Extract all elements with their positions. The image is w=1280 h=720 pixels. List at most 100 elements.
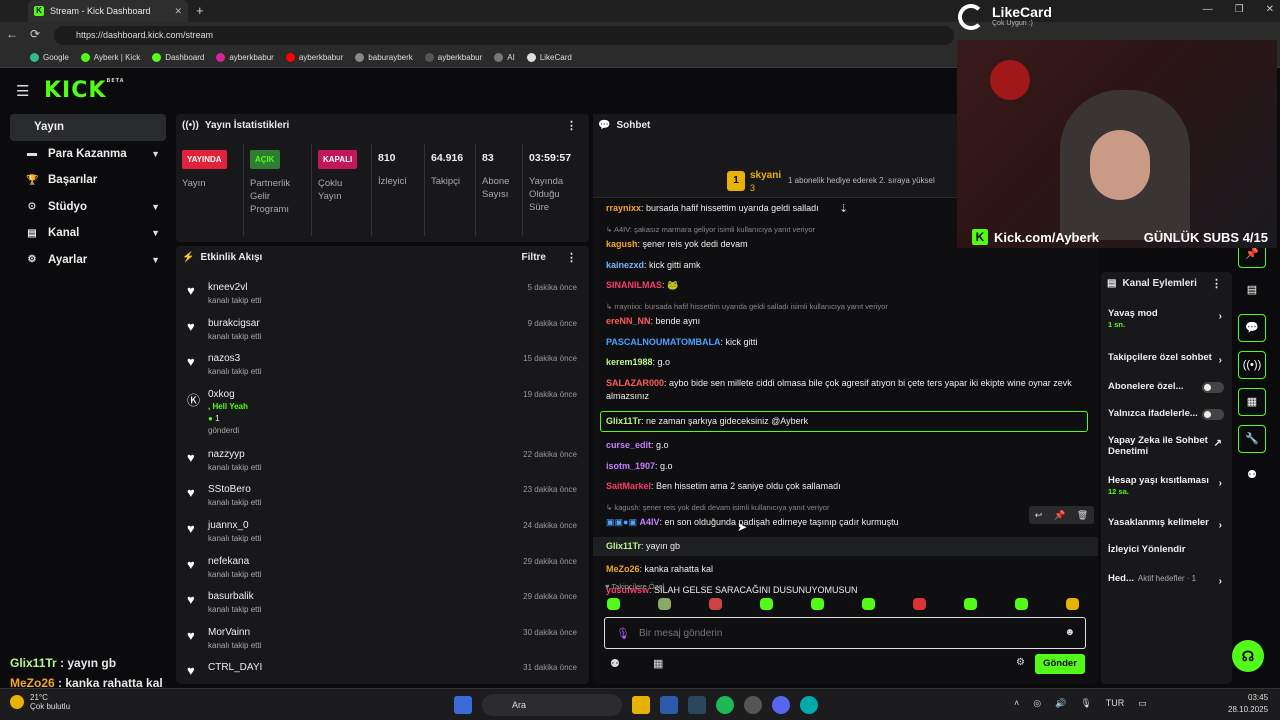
sidebar-item-ayarlar[interactable]: ⚙ Ayarlar ▼	[10, 247, 166, 274]
chat-username[interactable]: Glix11Tr	[606, 416, 641, 426]
users-icon[interactable]: ⚉	[610, 657, 620, 670]
spotify-icon[interactable]	[716, 696, 734, 714]
chat-input-box[interactable]: 🎙 ☻	[604, 617, 1086, 649]
url-field[interactable]: https://dashboard.kick.com/stream	[54, 26, 954, 45]
volume-icon[interactable]: 🔊	[1055, 698, 1066, 709]
bookmark-item[interactable]: AI	[494, 53, 515, 62]
start-icon[interactable]	[454, 696, 472, 714]
reload-icon[interactable]: ⟳	[30, 27, 40, 41]
reply-context[interactable]: ↳ kagush: şener reis yok dedi devam isim…	[606, 501, 1086, 515]
language-indicator[interactable]: TUR	[1106, 698, 1125, 709]
bookmark-item[interactable]: ayberkbabur	[285, 53, 343, 62]
rail-button-users[interactable]: ⚉	[1238, 462, 1266, 490]
chat-message[interactable]: SaitMarkel: Ben hissetim ama 2 saniye ol…	[593, 480, 1098, 494]
emote-icon[interactable]	[811, 598, 824, 610]
menu-icon[interactable]: ☰	[16, 82, 29, 100]
more-options-icon[interactable]: ⋮	[566, 251, 577, 264]
emote-icon[interactable]	[913, 598, 926, 610]
channel-action-item[interactable]: Abonelere özel...	[1101, 381, 1232, 393]
chat-username[interactable]: kerem1988	[606, 357, 653, 367]
browser-tab[interactable]: K Stream - Kick Dashboard ✕	[28, 0, 188, 22]
delete-icon[interactable]: 🗑	[1077, 510, 1088, 521]
emote-icon[interactable]	[964, 598, 977, 610]
chat-username[interactable]: rraynixx	[606, 203, 641, 213]
chat-message[interactable]: kainezxd: kick gitti amk	[593, 259, 1098, 273]
support-button[interactable]: ☊	[1232, 640, 1264, 672]
display-icon[interactable]: ▭	[1138, 698, 1147, 709]
channel-action-item[interactable]: Takipçilere özel sohbet ›	[1101, 352, 1232, 366]
discord-icon[interactable]	[772, 696, 790, 714]
sidebar-item-para-kazanma[interactable]: ▬ Para Kazanma ▼	[10, 141, 166, 168]
sidebar-item-studyo[interactable]: ⊙ Stüdyo ▼	[10, 194, 166, 221]
chat-message[interactable]: curse_edit: g.o	[593, 439, 1098, 453]
chat-username[interactable]: kagush	[606, 239, 638, 249]
microphone-tray-icon[interactable]: 🎙	[1080, 698, 1091, 709]
chat-message[interactable]: yusufwsw: SİLAH GELSE SARACAĞINI DUSUNUY…	[593, 584, 1098, 598]
chat-username[interactable]: Glix11Tr	[606, 541, 641, 551]
chat-username[interactable]: kainezxd	[606, 260, 644, 270]
chat-username[interactable]: SaitMarkel	[606, 481, 651, 491]
rail-button-chat[interactable]: 💬	[1238, 314, 1266, 342]
chat-username[interactable]: MeZo26	[606, 564, 640, 574]
emoji-icon[interactable]: ☻	[1064, 627, 1075, 638]
chat-message[interactable]: kerem1988: g.o	[593, 356, 1098, 370]
chat-message[interactable]: Glix11Tr: ne zaman şarkıya gideceksiniz …	[600, 410, 1088, 432]
emote-icon[interactable]	[658, 598, 671, 610]
rail-button-tools[interactable]: 🔧	[1238, 425, 1266, 453]
sidebar-item-kanal[interactable]: ▤ Kanal ▼	[10, 220, 166, 247]
chat-message[interactable]: Glix11Tr: yayın gb	[593, 536, 1098, 556]
sidebar-item-basarilar[interactable]: 🏆 Başarılar	[10, 167, 166, 194]
pin-icon[interactable]: 📌	[1054, 510, 1065, 521]
chat-username[interactable]: ereNN_NN	[606, 316, 651, 326]
chat-username[interactable]: isotm_1907	[606, 461, 655, 471]
rail-button-layout[interactable]: ▦	[1238, 388, 1266, 416]
chat-username[interactable]: PASCALNOUMATOMBALA	[606, 337, 721, 347]
bookmark-item[interactable]: Google	[30, 53, 69, 62]
chat-username[interactable]: A4IV	[639, 517, 659, 527]
bookmark-item[interactable]: ayberkbabur	[424, 53, 482, 62]
send-button[interactable]: Gönder	[1035, 654, 1085, 674]
emote-icon[interactable]	[862, 598, 875, 610]
channel-action-item[interactable]: Yapay Zeka ile Sohbet Denetimi ↗	[1101, 435, 1232, 457]
bookmark-item[interactable]: Dashboard	[152, 53, 204, 62]
chat-message[interactable]: ↳ kagush: şener reis yok dedi devam isim…	[593, 501, 1098, 530]
emote-icon[interactable]	[1015, 598, 1028, 610]
chat-message[interactable]: SINANILMAS: 🐸	[593, 279, 1098, 293]
channel-action-item[interactable]: Hed... Aktif hedefler · 1 ›	[1101, 573, 1232, 587]
pinned-user[interactable]: skyani	[750, 170, 781, 181]
new-tab-icon[interactable]: +	[196, 3, 204, 18]
close-window-icon[interactable]: ✕	[1266, 4, 1274, 15]
chat-username[interactable]: curse_edit	[606, 440, 651, 450]
rail-button-broadcast[interactable]: ((•))	[1238, 351, 1266, 379]
minimize-icon[interactable]: —	[1203, 4, 1213, 15]
chat-username[interactable]: SALAZAR000	[606, 378, 664, 388]
channel-action-item[interactable]: Yasaklanmış kelimeler ›	[1101, 517, 1232, 531]
toggle-switch[interactable]	[1202, 382, 1224, 393]
bookmark-item[interactable]: Ayberk | Kick	[80, 53, 140, 62]
bookmark-item[interactable]: ayberkbabur	[216, 53, 274, 62]
store-icon[interactable]: ▦	[653, 657, 663, 670]
emote-icon[interactable]	[760, 598, 773, 610]
chat-settings-icon[interactable]: ⚙	[1016, 657, 1025, 668]
chat-message[interactable]: PASCALNOUMATOMBALA: kick gitti	[593, 336, 1098, 350]
chat-message[interactable]: isotm_1907: g.o	[593, 460, 1098, 474]
sidebar-item-yayin[interactable]: Yayın	[10, 114, 166, 141]
close-tab-icon[interactable]: ✕	[174, 6, 182, 17]
taskbar-search[interactable]: Ara	[482, 694, 622, 716]
microphone-icon[interactable]: 🎙	[616, 627, 630, 640]
network-icon[interactable]: ◎	[1033, 698, 1041, 709]
chat-username[interactable]: SINANILMAS	[606, 280, 662, 290]
more-options-icon[interactable]: ⋮	[1211, 277, 1222, 290]
back-icon[interactable]: ←	[6, 27, 18, 41]
channel-action-item[interactable]: Yalnızca ifadelerle...	[1101, 408, 1232, 420]
bookmark-item[interactable]: baburayberk	[355, 53, 413, 62]
obs-icon[interactable]	[744, 696, 762, 714]
file-explorer-icon[interactable]	[632, 696, 650, 714]
channel-action-item[interactable]: Yavaş mod 1 sn. ›	[1101, 308, 1232, 330]
toggle-switch[interactable]	[1202, 409, 1224, 420]
chat-input[interactable]	[639, 625, 1039, 642]
chat-message[interactable]: SALAZAR000: aybo bide sen millete ciddi …	[593, 377, 1098, 404]
channel-action-item[interactable]: İzleyici Yönlendir	[1101, 544, 1232, 555]
emote-icon[interactable]	[607, 598, 620, 610]
kick-logo[interactable]: KICKBETA	[44, 78, 125, 103]
